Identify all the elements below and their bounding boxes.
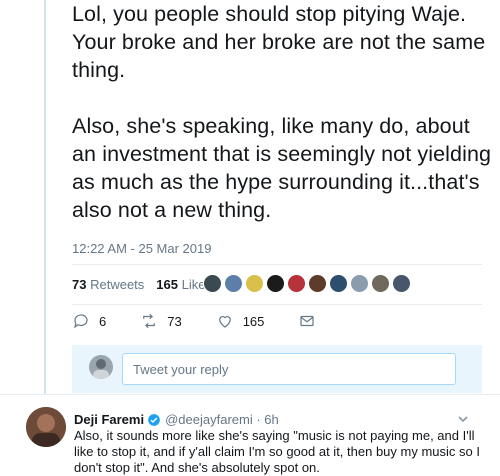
- heart-icon: [218, 316, 231, 328]
- like-action-button[interactable]: 165: [216, 312, 265, 330]
- liker-avatar[interactable]: [392, 274, 411, 293]
- liker-avatar[interactable]: [371, 274, 390, 293]
- liker-avatar[interactable]: [203, 274, 222, 293]
- liker-avatar[interactable]: [245, 274, 264, 293]
- retweets-count: 73: [72, 276, 87, 292]
- author-name[interactable]: Deji Faremi: [74, 412, 144, 427]
- reply-icon: [74, 314, 88, 329]
- liker-avatar[interactable]: [266, 274, 285, 293]
- like-count: 165: [242, 313, 265, 329]
- thread-line: [44, 0, 46, 395]
- chevron-down-icon[interactable]: [457, 413, 469, 425]
- tweet-timestamp[interactable]: 12:22 AM - 25 Mar 2019: [72, 241, 211, 256]
- tweet-paragraph-2: Also, she's speaking, like many do, abou…: [72, 114, 492, 222]
- liker-avatar[interactable]: [350, 274, 369, 293]
- retweet-action-button[interactable]: 73: [140, 312, 182, 330]
- retweets-stat[interactable]: 73 Retweets: [72, 277, 144, 292]
- reply-action-button[interactable]: 6: [72, 312, 106, 330]
- liker-avatar[interactable]: [308, 274, 327, 293]
- author-handle[interactable]: @deejayfaremi · 6h: [165, 412, 279, 427]
- tweet-body: Lol, you people should stop pitying Waje…: [72, 0, 492, 224]
- next-tweet[interactable]: Deji Faremi @deejayfaremi · 6h Also, it …: [0, 395, 500, 476]
- liker-avatar[interactable]: [329, 274, 348, 293]
- tweet-stats: 73 Retweets 165 Likes: [72, 268, 224, 300]
- tweet-actions: 6 73 165: [72, 312, 350, 330]
- liker-avatar[interactable]: [287, 274, 306, 293]
- retweets-label: Retweets: [90, 276, 145, 292]
- message-action-button[interactable]: [298, 312, 316, 330]
- liker-avatar[interactable]: [224, 274, 243, 293]
- verified-badge-icon: [148, 413, 160, 426]
- reply-count: 6: [99, 313, 107, 329]
- divider: [72, 304, 482, 305]
- reply-input[interactable]: Tweet your reply: [122, 353, 456, 385]
- retweet-icon: [143, 313, 156, 329]
- reply-user-avatar: [89, 355, 113, 379]
- next-tweet-header: Deji Faremi @deejayfaremi · 6h: [74, 412, 279, 427]
- retweet-count: 73: [167, 313, 182, 329]
- tweet-text: Lol, you people should stop pitying Waje…: [72, 0, 492, 224]
- author-avatar[interactable]: [26, 407, 66, 447]
- divider: [72, 264, 482, 265]
- next-tweet-text: Also, it sounds more like she's saying "…: [74, 428, 480, 475]
- likes-count: 165: [156, 276, 178, 292]
- envelope-icon: [300, 315, 315, 327]
- liker-avatars: [203, 274, 413, 293]
- tweet-paragraph-1: Lol, you people should stop pitying Waje…: [72, 2, 486, 82]
